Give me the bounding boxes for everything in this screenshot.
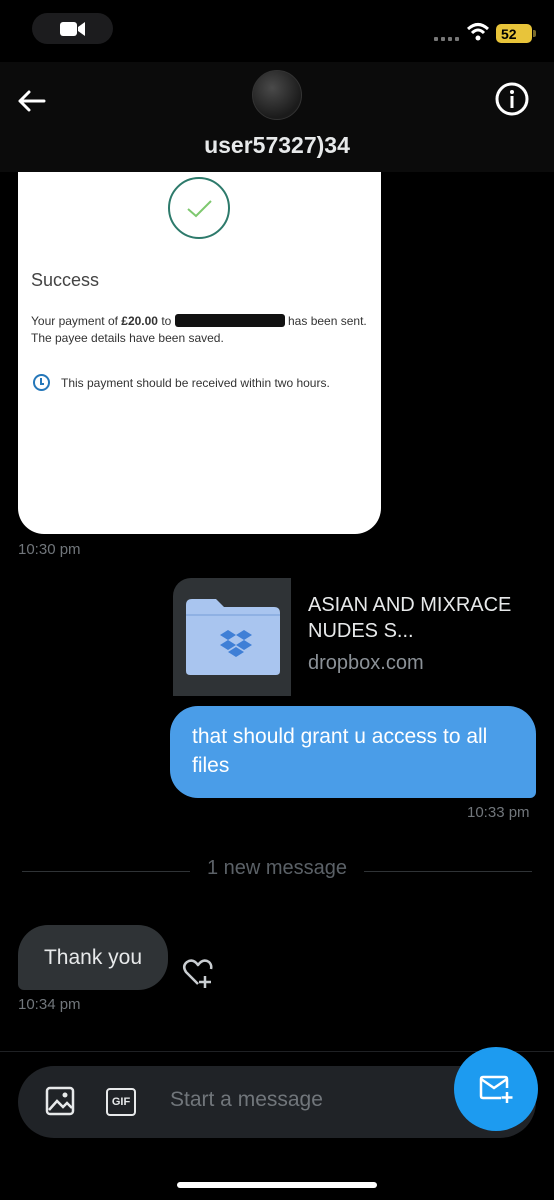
image-icon[interactable] bbox=[45, 1086, 75, 1116]
receipt-payment-prefix: Your payment of bbox=[31, 314, 122, 328]
dropbox-folder-icon bbox=[173, 578, 291, 696]
receipt-amount: £20.00 bbox=[121, 314, 158, 328]
outgoing-message-bubble[interactable]: that should grant u access to all files bbox=[170, 706, 536, 798]
link-preview-card[interactable]: ASIAN AND MIXRACE NUDES S... dropbox.com bbox=[173, 578, 516, 696]
receipt-payment-suffix: has been sent. bbox=[284, 314, 367, 328]
wifi-icon bbox=[466, 23, 490, 41]
clock-icon bbox=[33, 374, 50, 391]
message-timestamp: 10:34 pm bbox=[18, 996, 81, 1013]
redacted-payee bbox=[174, 314, 285, 327]
message-timestamp: 10:30 pm bbox=[18, 541, 81, 558]
new-message-divider-label: 1 new message bbox=[206, 857, 348, 879]
image-message[interactable]: Success Your payment of £20.00 to has be… bbox=[18, 172, 381, 534]
battery-indicator: 52 bbox=[496, 24, 536, 43]
home-indicator bbox=[177, 1182, 377, 1188]
info-icon[interactable] bbox=[494, 81, 530, 117]
check-icon bbox=[168, 177, 230, 239]
back-arrow-icon[interactable] bbox=[14, 84, 48, 118]
status-bar: 52 bbox=[0, 0, 554, 62]
new-message-button[interactable] bbox=[454, 1047, 538, 1131]
conversation-username[interactable]: user57327)34 bbox=[0, 132, 554, 159]
message-timestamp: 10:33 pm bbox=[467, 804, 530, 821]
heart-add-icon[interactable] bbox=[181, 957, 215, 989]
conversation-header: user57327)34 bbox=[0, 62, 554, 172]
receipt-title: Success bbox=[31, 270, 100, 290]
battery-level: 52 bbox=[501, 25, 517, 42]
incoming-message-bubble[interactable]: Thank you bbox=[18, 925, 168, 990]
receipt-receive-note: This payment should be received within t… bbox=[61, 376, 330, 390]
cellular-signal-icon bbox=[434, 37, 459, 41]
new-message-icon bbox=[479, 1075, 513, 1103]
message-input[interactable] bbox=[170, 1088, 430, 1112]
avatar[interactable] bbox=[252, 70, 302, 120]
gif-icon[interactable]: GIF bbox=[106, 1088, 136, 1116]
video-camera-icon[interactable] bbox=[32, 13, 113, 44]
composer-divider bbox=[0, 1051, 554, 1052]
receipt-payee-saved: The payee details have been saved. bbox=[31, 331, 224, 345]
receipt-payment-line: Your payment of £20.00 to has been sent. bbox=[31, 314, 367, 328]
link-title[interactable]: ASIAN AND MIXRACE NUDES S... bbox=[308, 592, 528, 644]
receipt-payment-to: to bbox=[157, 314, 175, 328]
link-domain: dropbox.com bbox=[308, 652, 424, 674]
incoming-message-text: Thank you bbox=[43, 945, 143, 969]
